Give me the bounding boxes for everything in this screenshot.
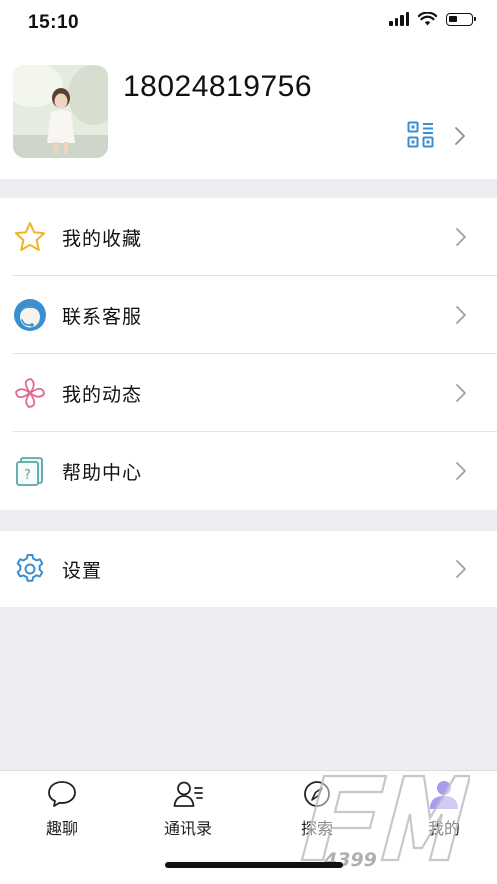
- menu-label-help-center: 帮助中心: [62, 461, 143, 484]
- gear-icon: [16, 554, 44, 582]
- status-icons: [389, 12, 476, 26]
- tab-contacts[interactable]: 通讯录: [148, 779, 228, 839]
- compass-icon: [304, 781, 330, 807]
- tab-me[interactable]: 我的: [404, 779, 484, 839]
- menu-group-settings: 设置: [0, 531, 497, 607]
- battery-icon: [446, 12, 476, 26]
- star-icon: [14, 222, 46, 251]
- menu-label-favorites: 我的收藏: [62, 227, 143, 250]
- pinwheel-icon: [15, 378, 45, 408]
- contacts-icon: [173, 781, 203, 807]
- menu-label-my-moments: 我的动态: [62, 383, 143, 406]
- chevron-right-icon: [456, 462, 466, 480]
- chevron-right-icon[interactable]: [454, 126, 466, 146]
- person-icon: [430, 781, 458, 809]
- chevron-right-icon: [456, 560, 466, 578]
- chevron-right-icon: [456, 228, 466, 246]
- menu-label-customer-service: 联系客服: [62, 305, 143, 328]
- chevron-right-icon: [456, 384, 466, 402]
- home-indicator: [165, 862, 343, 868]
- menu-item-settings[interactable]: 设置: [0, 531, 497, 607]
- tab-label-explore: 探索: [300, 819, 333, 838]
- customer-service-icon: [14, 299, 46, 331]
- qr-code-icon[interactable]: [407, 121, 434, 148]
- profile-phone-number: 18024819756: [123, 70, 313, 103]
- menu-item-customer-service[interactable]: 联系客服: [0, 276, 497, 354]
- chat-bubble-icon: [48, 781, 76, 807]
- menu-item-help-center[interactable]: ? 帮助中心: [0, 432, 497, 510]
- profile-header[interactable]: 18024819756: [0, 46, 497, 179]
- tab-label-me: 我的: [427, 819, 460, 838]
- wifi-icon: [418, 12, 437, 26]
- tab-explore[interactable]: 探索: [277, 779, 357, 839]
- menu-item-favorites[interactable]: 我的收藏: [0, 198, 497, 276]
- menu-label-settings: 设置: [62, 559, 103, 582]
- tab-label-chat: 趣聊: [45, 819, 78, 838]
- signal-icon: [389, 12, 409, 26]
- help-book-icon: ?: [16, 457, 43, 486]
- status-bar: 15:10: [0, 0, 497, 46]
- menu-group-main: 我的收藏 联系客服 我的动态 ? 帮助中心: [0, 198, 497, 510]
- tab-label-contacts: 通讯录: [163, 819, 212, 838]
- tab-chat[interactable]: 趣聊: [22, 779, 102, 839]
- avatar[interactable]: [13, 65, 108, 158]
- svg-text:?: ?: [24, 468, 31, 483]
- menu-item-my-moments[interactable]: 我的动态: [0, 354, 497, 432]
- chevron-right-icon: [456, 306, 466, 324]
- status-time: 15:10: [28, 12, 80, 33]
